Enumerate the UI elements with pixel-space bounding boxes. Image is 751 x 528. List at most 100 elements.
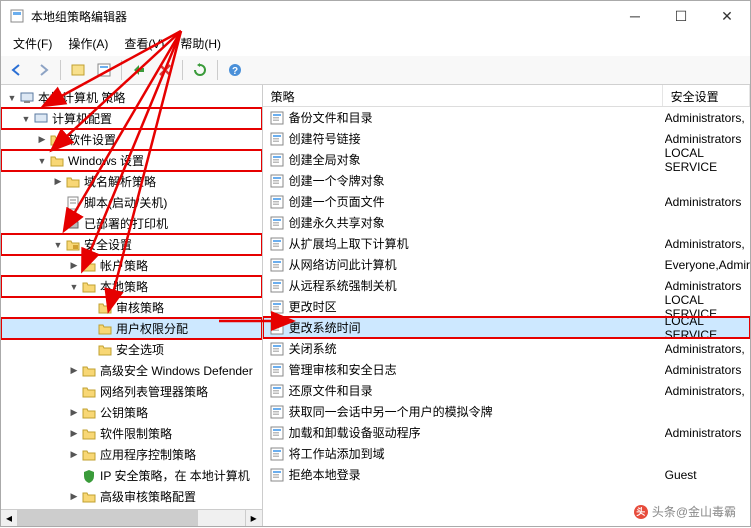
policy-icon xyxy=(269,425,285,441)
tree-root[interactable]: ▼ 本地计算机 策略 xyxy=(1,87,262,108)
tree-deployed-printers[interactable]: 已部署的打印机 xyxy=(1,213,262,234)
policy-icon xyxy=(269,257,285,273)
properties-button[interactable] xyxy=(92,58,116,82)
folder-icon xyxy=(81,258,97,274)
svg-text:?: ? xyxy=(232,66,238,77)
policy-row[interactable]: 将工作站添加到域 xyxy=(263,443,750,464)
folder-icon xyxy=(81,447,97,463)
tree-advanced-audit[interactable]: ▶ 高级审核策略配置 xyxy=(1,486,262,507)
policy-name: 从网络访问此计算机 xyxy=(289,256,665,273)
folder-icon xyxy=(81,489,97,505)
chevron-down-icon[interactable]: ▼ xyxy=(51,240,65,250)
tree-network-list[interactable]: 网络列表管理器策略 xyxy=(1,381,262,402)
tree-app-control[interactable]: ▶ 应用程序控制策略 xyxy=(1,444,262,465)
minimize-button[interactable]: ─ xyxy=(612,1,658,31)
chevron-down-icon[interactable]: ▼ xyxy=(5,93,19,103)
tree-view[interactable]: ▼ 本地计算机 策略 ▼ 计算机配置 ▶ 软件设置 ▼ W xyxy=(1,85,262,509)
policy-row[interactable]: 从扩展坞上取下计算机Administrators, xyxy=(263,233,750,254)
folder-icon xyxy=(65,174,81,190)
printer-icon xyxy=(65,216,81,232)
tree-windows-settings[interactable]: ▼ Windows 设置 xyxy=(1,150,262,171)
tree-security-options[interactable]: 安全选项 xyxy=(1,339,262,360)
policy-setting: Administrators xyxy=(665,195,750,209)
policy-icon xyxy=(269,299,285,315)
refresh-button[interactable] xyxy=(188,58,212,82)
policy-row[interactable]: 拒绝本地登录Guest xyxy=(263,464,750,485)
policy-icon xyxy=(269,446,285,462)
policy-row[interactable]: 从网络访问此计算机Everyone,Admir xyxy=(263,254,750,275)
tree-pane: ▼ 本地计算机 策略 ▼ 计算机配置 ▶ 软件设置 ▼ W xyxy=(1,85,263,526)
tree-local-policies[interactable]: ▼ 本地策略 xyxy=(1,276,262,297)
delete-button[interactable] xyxy=(153,58,177,82)
chevron-right-icon[interactable]: ▶ xyxy=(67,407,81,418)
chevron-down-icon[interactable]: ▼ xyxy=(67,282,81,292)
tree-name-resolution[interactable]: ▶ 域名解析策略 xyxy=(1,171,262,192)
policy-icon xyxy=(269,467,285,483)
tree-public-key[interactable]: ▶ 公钥策略 xyxy=(1,402,262,423)
folder-icon xyxy=(81,405,97,421)
policy-name: 创建永久共享对象 xyxy=(289,214,665,231)
tree-ipsec[interactable]: IP 安全策略，在 本地计算机 xyxy=(1,465,262,486)
chevron-right-icon[interactable]: ▶ xyxy=(67,428,81,439)
policy-setting: Administrators xyxy=(665,426,750,440)
menu-help[interactable]: 帮助(H) xyxy=(174,33,227,54)
watermark: 头 头条@金山毒霸 xyxy=(634,503,736,520)
policy-name: 从扩展坞上取下计算机 xyxy=(289,235,665,252)
policy-row[interactable]: 创建一个页面文件Administrators xyxy=(263,191,750,212)
list-body[interactable]: 备份文件和目录Administrators,创建符号链接Administrato… xyxy=(263,107,750,526)
show-tree-button[interactable] xyxy=(66,58,90,82)
policy-row[interactable]: 更改系统时间LOCAL SERVICE xyxy=(263,317,750,338)
tree-account-policies[interactable]: ▶ 帐户策略 xyxy=(1,255,262,276)
chevron-right-icon[interactable]: ▶ xyxy=(51,176,65,187)
menu-file[interactable]: 文件(F) xyxy=(7,33,58,54)
maximize-button[interactable]: ☐ xyxy=(658,1,704,31)
policy-icon xyxy=(269,404,285,420)
policy-row[interactable]: 关闭系统Administrators, xyxy=(263,338,750,359)
policy-name: 加载和卸载设备驱动程序 xyxy=(289,424,665,441)
tree-security-settings[interactable]: ▼ 安全设置 xyxy=(1,234,262,255)
chevron-right-icon[interactable]: ▶ xyxy=(35,134,49,145)
folder-icon xyxy=(81,279,97,295)
policy-name: 还原文件和目录 xyxy=(289,382,665,399)
policy-row[interactable]: 创建永久共享对象 xyxy=(263,212,750,233)
watermark-icon: 头 xyxy=(634,505,648,519)
close-button[interactable]: ✕ xyxy=(704,1,750,31)
policy-row[interactable]: 管理审核和安全日志Administrators xyxy=(263,359,750,380)
chevron-right-icon[interactable]: ▶ xyxy=(67,260,81,271)
back-button[interactable] xyxy=(5,58,29,82)
tree-software-restriction[interactable]: ▶ 软件限制策略 xyxy=(1,423,262,444)
policy-row[interactable]: 还原文件和目录Administrators, xyxy=(263,380,750,401)
policy-icon xyxy=(269,320,285,336)
tree-user-rights[interactable]: 用户权限分配 xyxy=(1,318,262,339)
forward-button[interactable] xyxy=(31,58,55,82)
policy-row[interactable]: 备份文件和目录Administrators, xyxy=(263,107,750,128)
policy-name: 更改时区 xyxy=(289,298,665,315)
help-button[interactable]: ? xyxy=(223,58,247,82)
chevron-right-icon[interactable]: ▶ xyxy=(67,365,81,376)
export-button[interactable] xyxy=(127,58,151,82)
lock-folder-icon xyxy=(65,237,81,253)
tree-computer-config[interactable]: ▼ 计算机配置 xyxy=(1,108,262,129)
policy-icon xyxy=(269,236,285,252)
menu-view[interactable]: 查看(V) xyxy=(118,33,170,54)
chevron-right-icon[interactable]: ▶ xyxy=(67,449,81,460)
menu-action[interactable]: 操作(A) xyxy=(62,33,114,54)
tree-horizontal-scrollbar[interactable]: ◂ ▸ xyxy=(1,509,262,526)
tree-software-settings[interactable]: ▶ 软件设置 xyxy=(1,129,262,150)
tree-audit-policy[interactable]: 审核策略 xyxy=(1,297,262,318)
tree-scripts[interactable]: 脚本(启动/关机) xyxy=(1,192,262,213)
column-security-setting[interactable]: 安全设置 xyxy=(663,85,750,106)
policy-icon xyxy=(269,173,285,189)
policy-name: 获取同一会话中另一个用户的模拟令牌 xyxy=(289,403,665,420)
chevron-right-icon[interactable]: ▶ xyxy=(67,491,81,502)
policy-row[interactable]: 加载和卸载设备驱动程序Administrators xyxy=(263,422,750,443)
policy-row[interactable]: 获取同一会话中另一个用户的模拟令牌 xyxy=(263,401,750,422)
tree-defender[interactable]: ▶ 高级安全 Windows Defender xyxy=(1,360,262,381)
policy-setting: LOCAL SERVICE xyxy=(665,314,750,342)
policy-row[interactable]: 创建全局对象LOCAL SERVICE xyxy=(263,149,750,170)
chevron-down-icon[interactable]: ▼ xyxy=(19,114,33,124)
folder-icon xyxy=(81,363,97,379)
chevron-down-icon[interactable]: ▼ xyxy=(35,156,49,166)
column-policy[interactable]: 策略 xyxy=(263,85,663,106)
policy-setting: Administrators, xyxy=(665,384,750,398)
